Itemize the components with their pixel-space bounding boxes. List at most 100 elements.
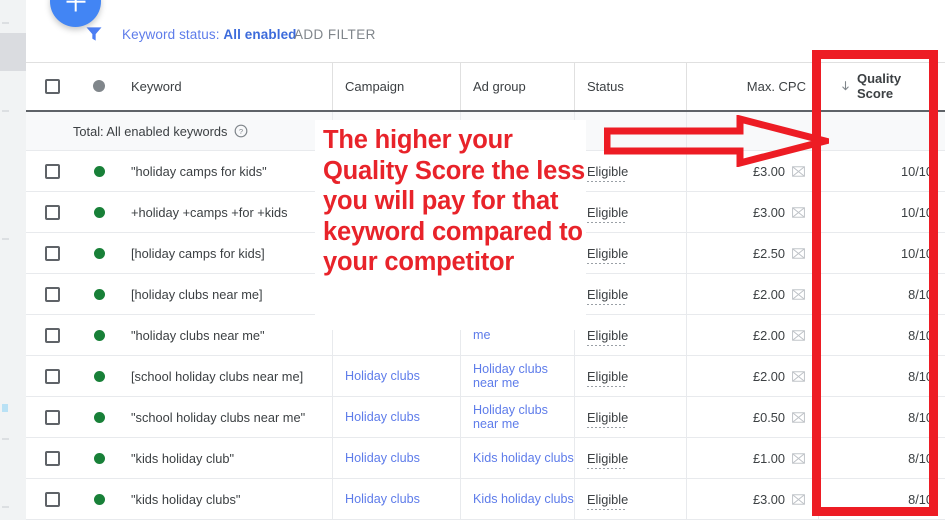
- campaign-link[interactable]: Holiday clubs: [345, 492, 420, 506]
- row-checkbox[interactable]: [44, 368, 60, 384]
- cell-keyword[interactable]: "holiday clubs near me": [120, 315, 332, 355]
- status-enabled-icon: [93, 329, 105, 341]
- ad-group-link[interactable]: me: [473, 328, 491, 342]
- row-checkbox[interactable]: [44, 409, 60, 425]
- cell-status[interactable]: Eligible: [574, 479, 686, 519]
- status-enabled-icon: [93, 452, 105, 464]
- callout-text: The higher your Quality Score the less y…: [323, 126, 586, 276]
- no-chart-icon: [791, 206, 806, 219]
- row-status-dot-cell[interactable]: [78, 192, 120, 232]
- cell-max-cpc[interactable]: £2.00: [686, 274, 818, 314]
- cell-keyword[interactable]: "kids holiday club": [120, 438, 332, 478]
- row-select-cell[interactable]: [26, 151, 78, 191]
- cell-max-cpc[interactable]: £0.50: [686, 397, 818, 437]
- rail-tick: [2, 22, 9, 24]
- row-checkbox[interactable]: [44, 204, 60, 220]
- row-select-cell[interactable]: [26, 438, 78, 478]
- keywords-panel: Keyword status: All enabled ADD FILTER K…: [26, 0, 945, 520]
- row-checkbox[interactable]: [44, 327, 60, 343]
- row-checkbox[interactable]: [44, 163, 60, 179]
- row-status-dot-cell[interactable]: [78, 315, 120, 355]
- cell-status[interactable]: Eligible: [574, 397, 686, 437]
- cell-ad-group[interactable]: Kids holiday clubs: [460, 438, 574, 478]
- status-enabled-icon: [93, 247, 105, 259]
- row-select-cell[interactable]: [26, 479, 78, 519]
- cell-status[interactable]: Eligible: [574, 315, 686, 355]
- row-select-cell[interactable]: [26, 192, 78, 232]
- cell-max-cpc[interactable]: £2.00: [686, 315, 818, 355]
- column-header-max-cpc[interactable]: Max. CPC: [686, 62, 818, 110]
- row-checkbox[interactable]: [44, 286, 60, 302]
- row-select-cell[interactable]: [26, 233, 78, 273]
- cell-campaign[interactable]: Holiday clubs: [332, 397, 460, 437]
- cell-max-cpc[interactable]: £2.00: [686, 356, 818, 396]
- keyword-status-filter-chip[interactable]: Keyword status: All enabled: [122, 27, 297, 42]
- no-chart-icon: [791, 329, 806, 342]
- select-all-cell[interactable]: [26, 62, 78, 110]
- row-select-cell[interactable]: [26, 274, 78, 314]
- row-select-cell[interactable]: [26, 356, 78, 396]
- cell-keyword[interactable]: "school holiday clubs near me": [120, 397, 332, 437]
- cell-keyword[interactable]: [holiday clubs near me]: [120, 274, 332, 314]
- cell-status[interactable]: Eligible: [574, 356, 686, 396]
- cell-keyword[interactable]: [school holiday clubs near me]: [120, 356, 332, 396]
- ad-group-link[interactable]: Holiday clubs near me: [473, 403, 574, 431]
- cell-max-cpc[interactable]: £2.50: [686, 233, 818, 273]
- status-text: Eligible: [587, 327, 629, 346]
- table-row[interactable]: "kids holiday club" Holiday clubs Kids hol…: [26, 438, 945, 479]
- ad-group-link[interactable]: Kids holiday clubs: [473, 492, 574, 506]
- row-status-dot-cell[interactable]: [78, 274, 120, 314]
- row-status-dot-cell[interactable]: [78, 233, 120, 273]
- cell-ad-group[interactable]: Holiday clubs near me: [460, 356, 574, 396]
- max-cpc-value: £3.00: [752, 204, 785, 220]
- column-header-ad-group[interactable]: Ad group: [460, 62, 574, 110]
- row-status-dot-cell[interactable]: [78, 438, 120, 478]
- row-checkbox[interactable]: [44, 450, 60, 466]
- row-checkbox[interactable]: [44, 491, 60, 507]
- cell-campaign[interactable]: Holiday clubs: [332, 356, 460, 396]
- row-status-dot-cell[interactable]: [78, 479, 120, 519]
- column-header-keyword[interactable]: Keyword: [120, 62, 332, 110]
- cell-max-cpc[interactable]: £1.00: [686, 438, 818, 478]
- row-status-dot-cell[interactable]: [78, 151, 120, 191]
- cell-campaign[interactable]: Holiday clubs: [332, 479, 460, 519]
- row-select-cell[interactable]: [26, 397, 78, 437]
- select-all-checkbox[interactable]: [44, 78, 60, 94]
- left-navigation-rail[interactable]: [0, 0, 26, 520]
- rail-indicator-dot: [2, 404, 8, 412]
- campaign-link[interactable]: Holiday clubs: [345, 369, 420, 383]
- cell-ad-group[interactable]: Kids holiday clubs: [460, 479, 574, 519]
- column-header-campaign[interactable]: Campaign: [332, 62, 460, 110]
- cell-status[interactable]: Eligible: [574, 438, 686, 478]
- table-row[interactable]: "school holiday clubs near me" Holiday cl…: [26, 397, 945, 438]
- ad-group-link[interactable]: Kids holiday clubs: [473, 451, 574, 465]
- row-checkbox[interactable]: [44, 245, 60, 261]
- column-header-status[interactable]: Status: [574, 62, 686, 110]
- table-row[interactable]: [school holiday clubs near me] Holiday cl…: [26, 356, 945, 397]
- status-enabled-icon: [93, 288, 105, 300]
- cell-keyword[interactable]: "holiday camps for kids": [120, 151, 332, 191]
- screenshot-root: Keyword status: All enabled ADD FILTER K…: [0, 0, 945, 520]
- cell-max-cpc[interactable]: £3.00: [686, 479, 818, 519]
- cell-status[interactable]: Eligible: [574, 274, 686, 314]
- cell-keyword[interactable]: [holiday camps for kids]: [120, 233, 332, 273]
- cell-keyword[interactable]: "kids holiday clubs": [120, 479, 332, 519]
- row-status-dot-cell[interactable]: [78, 397, 120, 437]
- cell-ad-group[interactable]: Holiday clubs near me: [460, 397, 574, 437]
- campaign-link[interactable]: Holiday clubs: [345, 451, 420, 465]
- cell-max-cpc[interactable]: £3.00: [686, 192, 818, 232]
- help-circle-icon[interactable]: ?: [234, 124, 248, 138]
- row-status-dot-cell[interactable]: [78, 356, 120, 396]
- ad-group-link[interactable]: Holiday clubs near me: [473, 362, 574, 390]
- table-row[interactable]: "kids holiday clubs" Holiday clubs Kids ho…: [26, 479, 945, 520]
- funnel-filter-icon[interactable]: [83, 24, 105, 44]
- campaign-link[interactable]: Holiday clubs: [345, 410, 420, 424]
- cell-campaign[interactable]: Holiday clubs: [332, 438, 460, 478]
- status-text: Eligible: [587, 450, 629, 469]
- cell-keyword[interactable]: +holiday +camps +for +kids: [120, 192, 332, 232]
- status-circle-icon: [93, 80, 105, 92]
- rail-tick: [2, 438, 9, 440]
- row-select-cell[interactable]: [26, 315, 78, 355]
- status-text: Eligible: [587, 491, 629, 510]
- add-filter-button[interactable]: ADD FILTER: [294, 27, 376, 42]
